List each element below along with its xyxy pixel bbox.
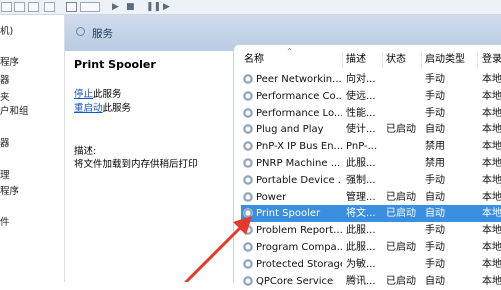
arrow-shaft (184, 222, 246, 282)
annotation-arrow (184, 216, 252, 282)
